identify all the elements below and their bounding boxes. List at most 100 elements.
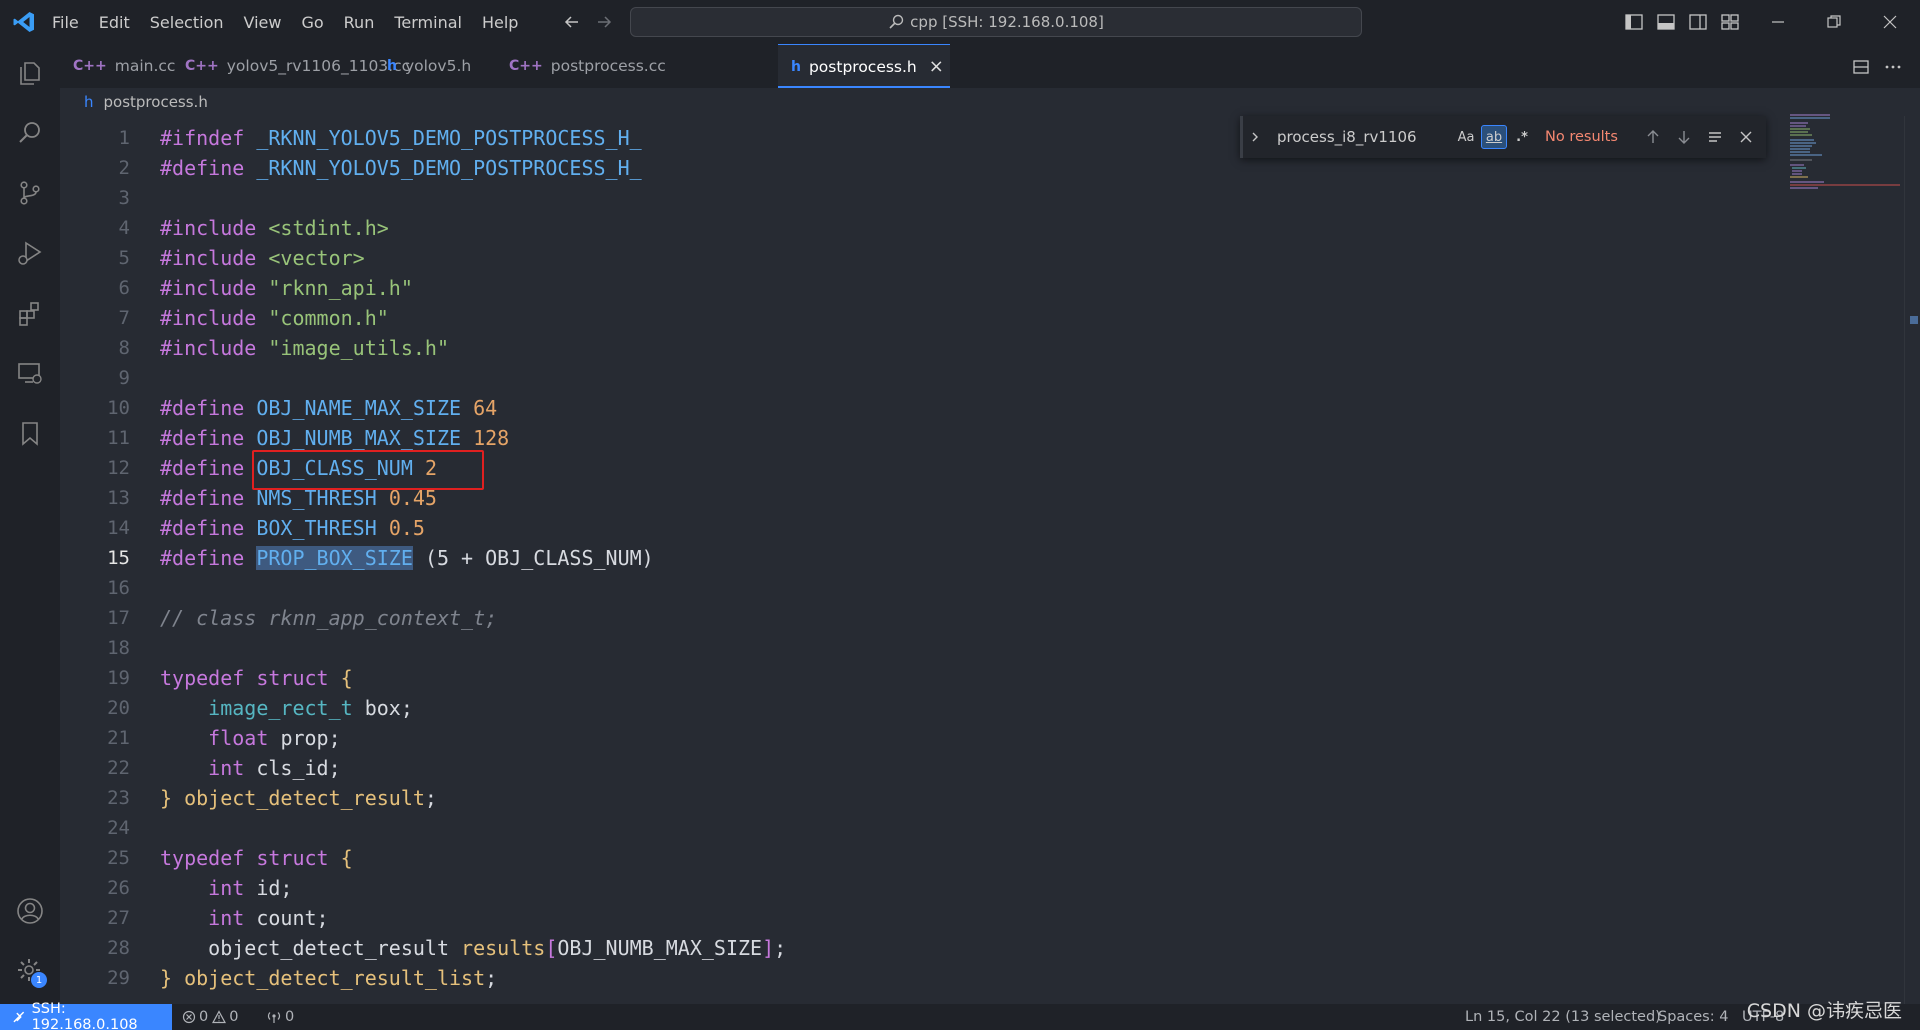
customize-layout-icon[interactable] (1720, 12, 1740, 32)
minimize-icon[interactable] (1768, 12, 1788, 32)
menu-run[interactable]: Run (344, 13, 375, 32)
restore-icon[interactable] (1824, 12, 1844, 32)
menu-bar: File Edit Selection View Go Run Terminal… (52, 0, 538, 44)
code-line: object_detect_result results[OBJ_NUMB_MA… (208, 936, 787, 960)
line-number: 21 (107, 727, 130, 749)
ports-count: 0 (285, 1009, 295, 1025)
close-find-icon[interactable] (1733, 124, 1759, 150)
cpp-file-icon: C++ (185, 58, 219, 74)
warning-icon (212, 1010, 227, 1024)
title-bar: File Edit Selection View Go Run Terminal… (0, 0, 1920, 44)
toggle-replace-chevron-icon[interactable] (1243, 116, 1267, 158)
bookmark-icon[interactable] (13, 416, 47, 450)
cursor-position[interactable]: Ln 15, Col 22 (13 selected) (1465, 1004, 1661, 1030)
status-bar: SSH: 192.168.0.108 0 0 0 Ln 15, Col 22 (… (0, 1001, 1920, 1030)
activity-bar: 1 (0, 44, 60, 1004)
split-editor-icon[interactable] (1850, 56, 1872, 78)
code-line: #define OBJ_NUMB_MAX_SIZE 128 (160, 426, 510, 450)
tab-label: postprocess.cc (550, 57, 666, 75)
line-number: 26 (107, 877, 130, 899)
toggle-panel-icon[interactable] (1656, 12, 1676, 32)
tab-postprocess-h[interactable]: h postprocess.h × (778, 44, 950, 88)
find-widget: Aa ab .* No results (1240, 116, 1766, 158)
menu-terminal[interactable]: Terminal (394, 13, 462, 32)
forward-arrow-icon[interactable] (592, 10, 616, 34)
source-control-icon[interactable] (13, 176, 47, 210)
extensions-icon[interactable] (13, 296, 47, 330)
code-line: #include "common.h" (160, 306, 389, 330)
run-debug-icon[interactable] (13, 236, 47, 270)
menu-edit[interactable]: Edit (99, 13, 130, 32)
menu-view[interactable]: View (244, 13, 282, 32)
close-tab-icon[interactable]: × (929, 56, 944, 77)
command-center[interactable]: cpp [SSH: 192.168.0.108] (630, 7, 1362, 37)
line-number: 6 (118, 277, 130, 299)
more-actions-icon[interactable] (1882, 56, 1904, 78)
breadcrumb-file[interactable]: postprocess.h (104, 93, 208, 111)
line-number: 24 (107, 817, 130, 839)
code-line: #include <vector> (160, 246, 365, 270)
find-in-selection-icon[interactable] (1702, 124, 1728, 150)
selection-scroll-marker (1910, 316, 1918, 324)
tab-label: main.cc (114, 57, 176, 75)
accounts-icon[interactable] (13, 894, 47, 928)
settings-gear-icon[interactable]: 1 (13, 954, 47, 988)
tab-yolov5-rv1106-cc[interactable]: C++ yolov5_rv1106_1103.cc (172, 44, 410, 88)
selected-text: PROP_BOX_SIZE (256, 546, 413, 570)
error-icon (182, 1010, 196, 1024)
menu-help[interactable]: Help (482, 13, 518, 32)
back-arrow-icon[interactable] (560, 10, 584, 34)
ports-indicator[interactable]: 0 (266, 1004, 294, 1030)
line-number: 4 (118, 217, 130, 239)
broadcast-icon (267, 1012, 281, 1023)
toggle-secondary-sidebar-icon[interactable] (1688, 12, 1708, 32)
minimap[interactable] (1788, 112, 1903, 192)
code-editor[interactable]: 1 2 3 4 5 6 7 8 9 10 11 12 13 14 15 16 1… (60, 116, 1920, 1004)
match-case-toggle[interactable]: Aa (1453, 125, 1479, 149)
tab-postprocess-cc[interactable]: C++ postprocess.cc (496, 44, 666, 88)
use-regex-toggle[interactable]: .* (1509, 125, 1535, 149)
code-line: #define _RKNN_YOLOV5_DEMO_POSTPROCESS_H_ (160, 156, 642, 180)
code-line: int id; (208, 876, 293, 900)
next-match-arrow-icon[interactable] (1671, 124, 1697, 150)
line-number: 27 (107, 907, 130, 929)
vscode-logo-icon (12, 10, 36, 34)
menu-selection[interactable]: Selection (150, 13, 224, 32)
code-line: } object_detect_result; (160, 786, 437, 810)
previous-match-arrow-icon[interactable] (1640, 124, 1666, 150)
line-number: 9 (118, 367, 130, 389)
header-file-icon: h (84, 93, 94, 111)
match-whole-word-toggle[interactable]: ab (1481, 125, 1507, 149)
code-line: int count; (208, 906, 329, 930)
code-line-active: #define PROP_BOX_SIZE (5 + OBJ_CLASS_NUM… (160, 546, 654, 570)
annotation-highlight-box (252, 450, 484, 490)
close-window-icon[interactable] (1880, 12, 1900, 32)
code-line: image_rect_t box; (208, 696, 413, 720)
line-number: 2 (118, 157, 130, 179)
code-line: #include "rknn_api.h" (160, 276, 413, 300)
code-line: float prop; (208, 726, 341, 750)
find-input[interactable] (1267, 123, 1453, 151)
cpp-file-icon: C++ (73, 58, 107, 74)
tab-main-cc[interactable]: C++ main.cc (60, 44, 175, 88)
vertical-scrollbar[interactable] (1904, 116, 1920, 1004)
problems-indicator[interactable]: 0 0 (182, 1004, 238, 1030)
find-status: No results (1545, 129, 1618, 145)
remote-label: SSH: 192.168.0.108 (31, 1001, 138, 1030)
toggle-primary-sidebar-icon[interactable] (1624, 12, 1644, 32)
menu-go[interactable]: Go (301, 13, 323, 32)
explorer-icon[interactable] (13, 56, 47, 90)
remote-indicator[interactable]: SSH: 192.168.0.108 (0, 1001, 172, 1030)
breadcrumb: h postprocess.h (60, 88, 1920, 116)
line-number: 25 (107, 847, 130, 869)
remote-explorer-icon[interactable] (13, 356, 47, 390)
menu-file[interactable]: File (52, 13, 79, 32)
tab-yolov5-h[interactable]: h yolov5.h (374, 44, 492, 88)
warning-count: 0 (229, 1009, 239, 1025)
line-number-gutter: 1 2 3 4 5 6 7 8 9 10 11 12 13 14 15 16 1… (60, 116, 142, 1004)
line-number: 16 (107, 577, 130, 599)
search-icon[interactable] (13, 116, 47, 150)
indentation[interactable]: Spaces: 4 (1658, 1004, 1728, 1030)
editor-tab-bar: C++ main.cc C++ yolov5_rv1106_1103.cc h … (60, 44, 1920, 88)
code-line: typedef struct { (160, 666, 353, 690)
